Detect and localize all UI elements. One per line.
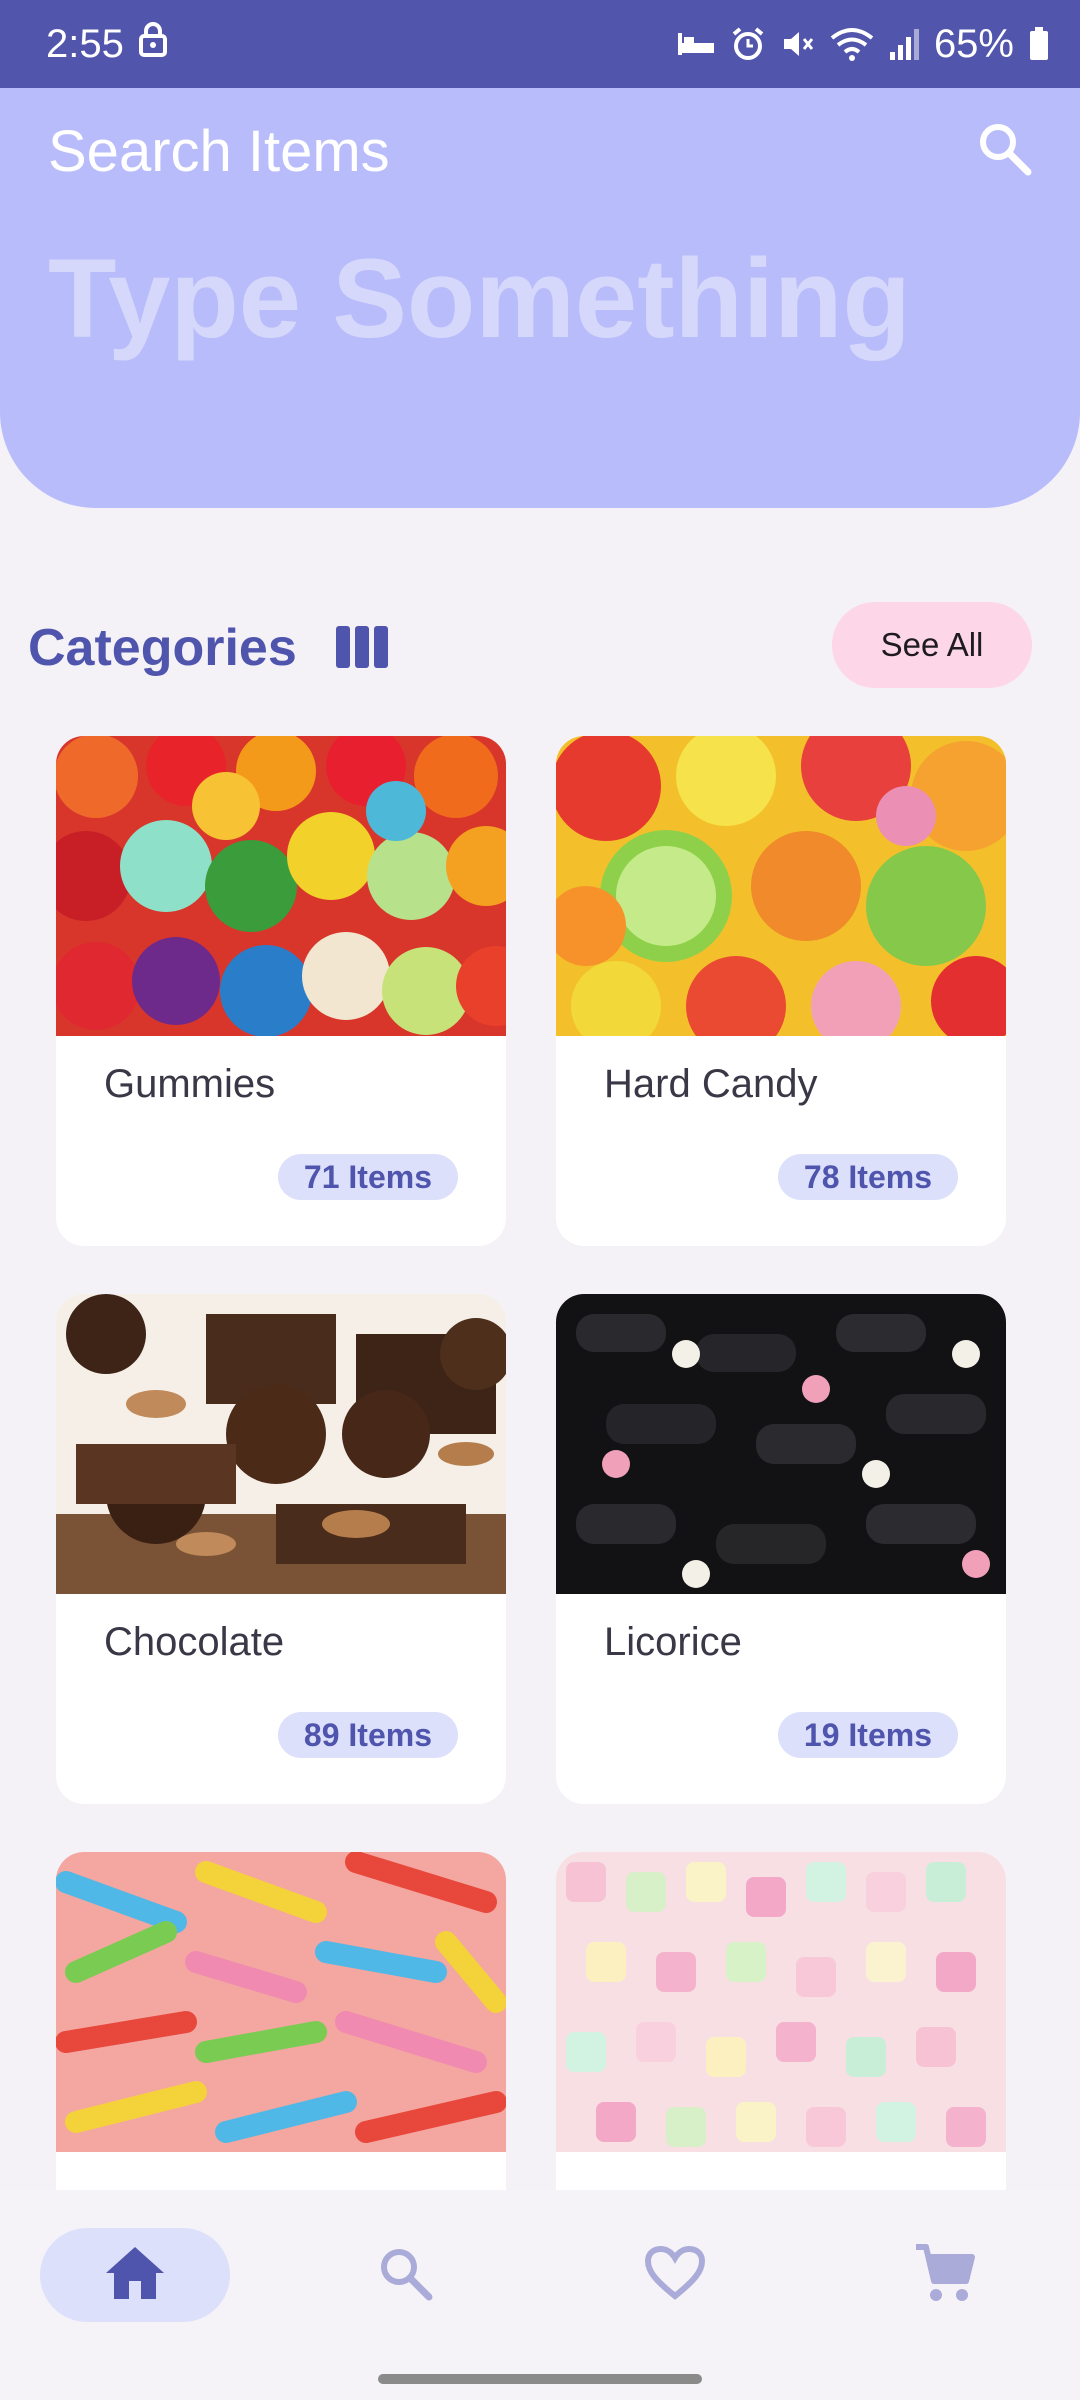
item-count-badge: 71 Items — [277, 1154, 458, 1200]
nav-favorites[interactable] — [580, 2228, 770, 2322]
search-button[interactable] — [968, 114, 1040, 186]
lock-icon — [138, 21, 168, 67]
battery-percent: 65% — [933, 21, 1014, 66]
item-count-badge: 19 Items — [777, 1712, 958, 1758]
category-card-licorice[interactable]: Licorice 19 Items — [556, 1294, 1006, 1804]
home-indicator — [378, 2374, 702, 2384]
status-time: 2:55 — [46, 21, 124, 66]
categories-header: Categories See All — [0, 600, 1080, 690]
category-image — [556, 1294, 1006, 1594]
sleep-icon — [676, 29, 716, 59]
nav-home[interactable] — [40, 2228, 230, 2322]
item-count-badge: 89 Items — [277, 1712, 458, 1758]
categories-title: Categories — [28, 619, 297, 677]
heart-icon — [644, 2245, 706, 2305]
category-name: Licorice — [604, 1620, 742, 1664]
category-image — [56, 736, 506, 1036]
category-name: Gummies — [104, 1062, 276, 1106]
category-image — [56, 1852, 506, 2152]
alarm-icon — [730, 26, 766, 62]
category-image — [56, 1294, 506, 1594]
category-image — [556, 736, 1006, 1036]
category-card-gummies[interactable]: Gummies 71 Items — [56, 736, 506, 1246]
home-icon — [104, 2245, 166, 2306]
cart-icon — [914, 2243, 976, 2308]
search-header: Search Items — [0, 88, 1080, 508]
mute-icon — [780, 26, 816, 62]
bottom-navigation — [0, 2190, 1080, 2400]
search-icon — [377, 2245, 433, 2306]
status-bar: 2:55 65% — [0, 0, 1080, 88]
category-name: Chocolate — [104, 1620, 285, 1664]
nav-search[interactable] — [310, 2228, 500, 2322]
category-image — [556, 1852, 1006, 2152]
column-view-icon[interactable] — [336, 626, 388, 668]
page-title: Search Items — [48, 119, 390, 184]
item-count-badge: 78 Items — [777, 1154, 958, 1200]
search-icon — [976, 120, 1032, 181]
category-card-chocolate[interactable]: Chocolate 89 Items — [56, 1294, 506, 1804]
see-all-button[interactable]: See All — [832, 602, 1032, 688]
category-name: Hard Candy — [604, 1062, 818, 1106]
category-card-hard-candy[interactable]: Hard Candy 78 Items — [556, 736, 1006, 1246]
wifi-icon — [830, 26, 874, 62]
nav-cart[interactable] — [850, 2228, 1040, 2322]
battery-icon — [1028, 26, 1050, 62]
search-input[interactable] — [48, 228, 1028, 368]
signal-icon — [888, 26, 920, 62]
